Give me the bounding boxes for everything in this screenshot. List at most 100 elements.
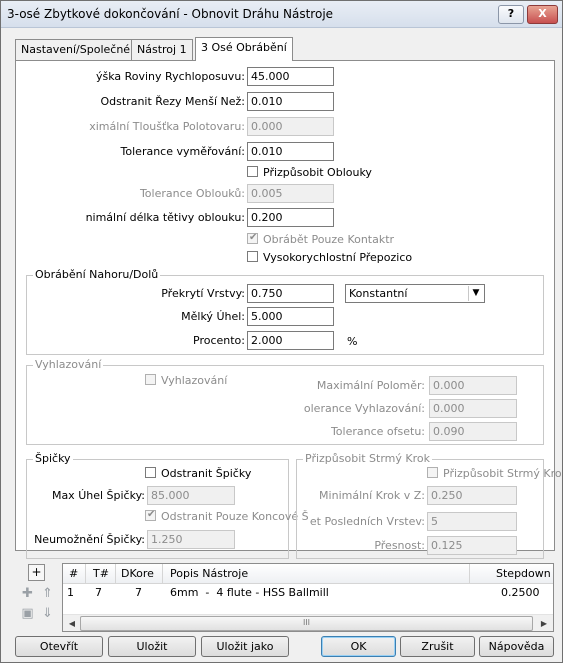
retract-label: ýška Roviny Rychloposuvu: [95,70,245,83]
shallow-angle-input[interactable]: 5.000 [247,307,334,326]
help-button[interactable]: Nápověda [479,636,554,657]
max-stock-label: ximální Tloušťka Polotovaru: [89,120,245,133]
scroll-right-icon[interactable]: ▶ [537,617,551,630]
scroll-left-icon[interactable]: ◀ [65,617,79,630]
add-tool-button[interactable]: + [28,564,45,581]
open-button[interactable]: Otevřít [15,636,103,657]
column-divider[interactable] [162,564,163,583]
col-number[interactable]: # [69,567,78,580]
checkbox-box[interactable] [247,251,258,262]
max-radius-input: 0.000 [429,376,517,395]
overlap-input[interactable]: 0.750 [247,284,334,303]
row-tool-number: 7 [95,586,102,599]
offset-tolerance-label: Tolerance ofsetu: [330,425,425,438]
hs-link-checkbox[interactable]: Vysokorychlostní Přepozico [247,251,412,265]
min-step-input: 0.250 [427,486,517,505]
disable-cusps-label: Neumožnění Špičky: [34,533,145,546]
ok-button[interactable]: OK [321,636,396,657]
tab-3-axis-machining[interactable]: 3 Osé Obrábění [195,37,293,61]
row-description: 6mm - 4 flute - HSS Ballmill [170,586,329,599]
column-divider[interactable] [115,564,116,583]
checkbox-box[interactable] [247,166,258,177]
overlap-mode-select[interactable]: Konstantní ▼ [345,284,485,303]
checkbox-box [427,467,438,478]
smoothing-check-label: Vyhlazování [161,374,228,387]
scroll-thumb[interactable]: III [80,616,533,631]
check-mark-icon: ✔ [249,232,258,243]
fit-arcs-label: Přizpůsobit Oblouky [263,166,372,179]
window-title: 3-osé Zbytkové dokončování - Obnovit Drá… [7,7,334,21]
checkbox-box[interactable] [145,467,156,478]
retract-input[interactable]: 45.000 [247,67,334,86]
precision-label: Přesnost: [374,539,425,552]
remove-cusps-label: Odstranit Špičky [161,467,252,480]
last-passes-label: et Posledních Vrstev: [309,515,425,528]
col-description[interactable]: Popis Nástroje [170,567,248,580]
smoothing-group-title: Vyhlazování [33,358,104,371]
tool-list[interactable]: # T# DKore Popis Nástroje Stepdown 1 7 7… [62,563,554,632]
min-step-label: Minimální Krok v Z: [319,489,425,502]
remove-cuts-label: Odstranit Řezy Menší Než: [100,95,245,108]
smoothing-checkbox: Vyhlazování [145,374,227,388]
steep-step-checkbox: Přizpůsobit Strmý Kro [427,467,562,481]
updown-group: Obrábění Nahoru/Dolů Překrytí Vrstvy: 0.… [26,268,544,355]
tolerance-input[interactable]: 0.010 [247,142,334,161]
close-button[interactable]: X [527,5,558,24]
min-chord-input[interactable]: 0.200 [247,208,334,227]
precision-input: 0.125 [427,536,517,555]
max-radius-label: Maximální Poloměr: [316,379,425,392]
percent-label: Procento: [193,334,245,347]
chevron-down-icon[interactable]: ▼ [468,286,483,301]
tool-list-header: # T# DKore Popis Nástroje Stepdown [63,564,553,584]
tab-settings-common[interactable]: Nastavení/Společné [15,39,137,60]
tab-tool-1[interactable]: Nástroj 1 [131,39,193,60]
steep-step-group-title: Přizpůsobit Strmý Krok [303,452,432,465]
col-tool-number[interactable]: T# [93,567,109,580]
checkbox-box: ✔ [145,509,156,521]
col-stepdown[interactable]: Stepdown [496,567,551,580]
fit-arcs-checkbox[interactable]: Přizpůsobit Oblouky [247,166,372,180]
row-dkore: 7 [135,586,142,599]
delete-icon[interactable]: ▣ [19,605,36,622]
max-stock-input: 0.000 [247,117,334,136]
shallow-angle-label: Mělký Úhel: [181,310,245,323]
column-divider[interactable] [469,564,470,583]
help-title-button[interactable]: ? [498,5,524,24]
save-button[interactable]: Uložit [108,636,196,657]
steep-step-check-label: Přizpůsobit Strmý Kro [443,467,562,480]
arc-tolerance-label: Tolerance Oblouků: [139,187,245,200]
remove-end-cusps-label: Odstranit Pouze Koncové Š [161,510,309,523]
arrow-up-icon[interactable]: ⇑ [39,585,56,602]
save-as-button[interactable]: Uložit jako [201,636,289,657]
col-dkore[interactable]: DKore [121,567,154,580]
plus-icon[interactable]: ✚ [19,585,36,602]
tab-panel: ýška Roviny Rychloposuvu: 45.000 Odstran… [15,60,562,559]
arrow-down-icon[interactable]: ⇓ [39,605,56,622]
disable-cusps-input: 1.250 [147,530,235,549]
horizontal-scrollbar[interactable]: ◀ III ▶ [63,614,553,631]
max-cusp-angle-input: 85.000 [147,486,235,505]
percent-input[interactable]: 2.000 [247,331,334,350]
checkbox-box: ✔ [247,232,258,244]
column-divider[interactable] [85,564,86,583]
percent-unit: % [347,335,358,348]
smoothing-tolerance-label: olerance Vyhlazování: [303,402,425,415]
remove-cuts-input[interactable]: 0.010 [247,92,334,111]
offset-tolerance-input: 0.090 [429,422,517,441]
remove-cusps-checkbox[interactable]: Odstranit Špičky [145,467,251,481]
steep-step-group: Přizpůsobit Strmý Krok Přizpůsobit Strmý… [296,452,562,559]
row-stepdown: 0.2500 [501,586,540,599]
hs-link-label: Vysokorychlostní Přepozico [263,251,413,264]
overlap-label: Překrytí Vrstvy: [161,287,245,300]
max-cusp-angle-label: Max Úhel Špičky: [51,489,145,502]
row-number: 1 [67,586,74,599]
cusps-group-title: Špičky [33,452,73,465]
arc-tolerance-input: 0.005 [247,184,334,203]
tolerance-label: Tolerance vyměřování: [120,145,245,158]
title-bar: 3-osé Zbytkové dokončování - Obnovit Drá… [1,1,562,28]
contact-only-label: Obrábět Pouze Kontaktr [263,233,395,246]
smoothing-group: Vyhlazování Vyhlazování Maximální Polomě… [26,358,544,445]
dialog-window: 3-osé Zbytkové dokončování - Obnovit Drá… [0,0,563,663]
smoothing-tolerance-input: 0.000 [429,399,517,418]
cancel-button[interactable]: Zrušit [400,636,475,657]
